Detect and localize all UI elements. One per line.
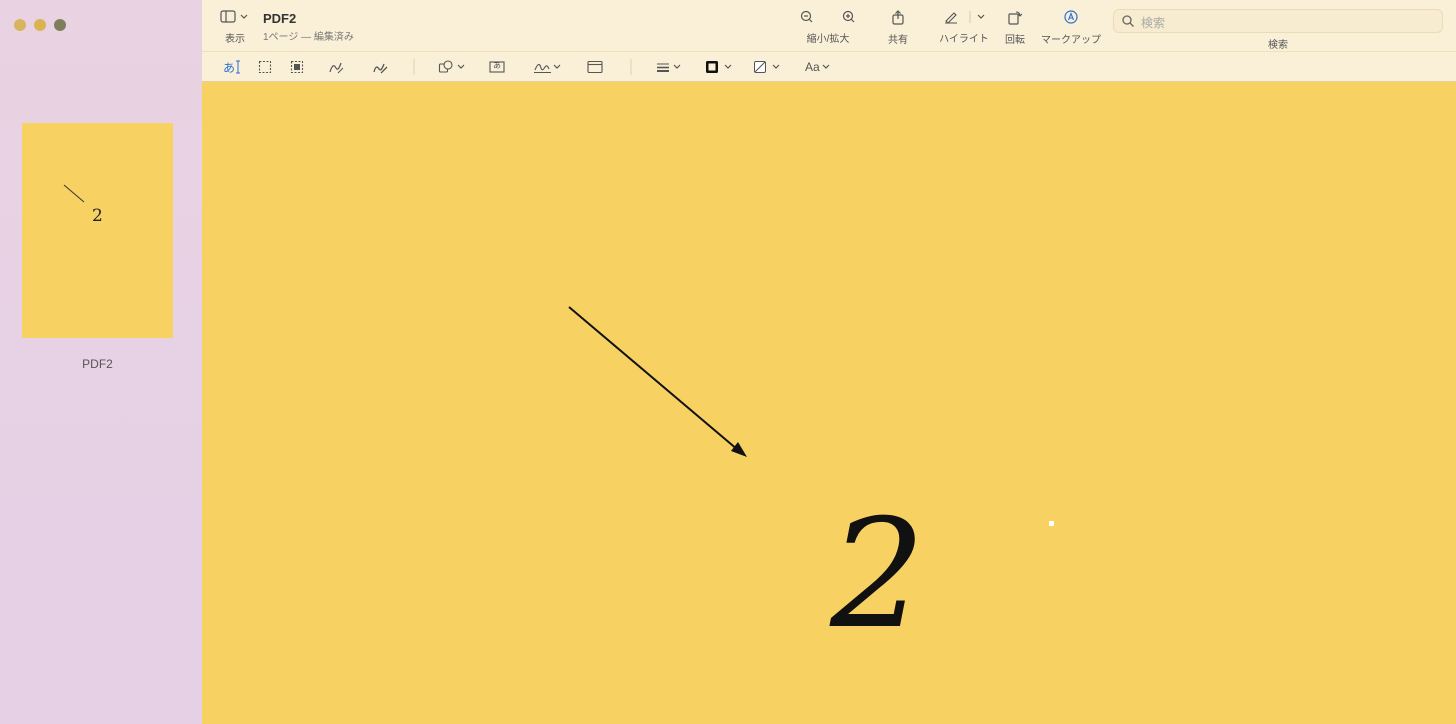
thumbnail-arrow — [63, 184, 85, 203]
page-setup-tool[interactable] — [587, 59, 603, 75]
sidebar-toggle-icon — [220, 10, 248, 23]
fill-color-icon — [754, 61, 780, 73]
tool-separator — [413, 59, 415, 75]
view-label: 表示 — [225, 34, 245, 45]
shapes-icon — [438, 60, 465, 73]
sidebar: 2 PDF2 — [0, 0, 202, 724]
highlight-button[interactable]: ハイライト — [937, 10, 991, 45]
share-label: 共有 — [888, 35, 908, 46]
text-cursor-icon — [236, 60, 241, 74]
border-color-tool[interactable] — [705, 59, 735, 75]
zoom-in-icon[interactable] — [842, 10, 855, 23]
tool-separator-2 — [630, 59, 632, 75]
rect-select-icon — [258, 60, 272, 74]
draw-tool[interactable] — [372, 59, 388, 75]
document-page[interactable]: 2 — [202, 82, 1456, 724]
close-button[interactable] — [14, 19, 26, 31]
text-style-tool[interactable]: Aa — [805, 59, 832, 75]
zoom-button[interactable] — [54, 19, 66, 31]
zoom-label: 縮小/拡大 — [806, 34, 850, 45]
window-icon — [587, 60, 603, 74]
page-number-text: 2 — [830, 488, 926, 662]
redact-tool[interactable] — [290, 59, 304, 75]
thumbnail-label: PDF2 — [82, 357, 113, 371]
fill-color-tool[interactable] — [753, 59, 783, 75]
signature-icon — [534, 63, 561, 73]
window-controls — [14, 19, 66, 31]
zoom-out-icon[interactable] — [800, 10, 813, 23]
search-placeholder: 検索 — [1141, 16, 1166, 30]
zoom-icons — [800, 10, 855, 23]
share-button[interactable]: 共有 — [885, 10, 911, 46]
font-label: Aa — [805, 60, 820, 74]
line-style-icon — [657, 63, 681, 72]
line-style-tool[interactable] — [656, 59, 684, 75]
text-box-glyph: あ — [493, 61, 501, 70]
search-label: 検索 — [1268, 40, 1288, 51]
search-icon — [1122, 15, 1134, 27]
chevron-down-icon — [822, 64, 830, 69]
markup-icon — [1064, 10, 1078, 24]
signature-tool[interactable] — [533, 59, 563, 75]
markup-label: マークアップ — [1041, 35, 1101, 46]
arrow-annotation[interactable] — [202, 82, 1456, 724]
cursor-dot — [1049, 521, 1054, 526]
text-box-tool[interactable]: あ — [489, 59, 505, 75]
page-thumbnail[interactable]: 2 — [22, 123, 173, 338]
rotate-button[interactable]: 回転 — [1004, 10, 1026, 46]
text-selection-tool[interactable]: あ — [223, 59, 241, 75]
toolbar: 表示 PDF2 1ページ — 編集済み 縮小/拡大 共有 ハイライト 回転 マー… — [202, 0, 1456, 82]
toolbar-divider — [202, 51, 1456, 52]
highlight-icon — [945, 11, 985, 24]
rotate-label: 回転 — [1005, 35, 1025, 46]
markup-button[interactable]: マークアップ — [1040, 10, 1102, 46]
shapes-tool[interactable] — [438, 59, 468, 75]
sketch-icon — [329, 62, 344, 74]
document-title: PDF2 — [263, 11, 297, 26]
redact-icon — [290, 60, 304, 74]
search-input[interactable]: 検索 — [1113, 9, 1443, 33]
zoom-control: 縮小/拡大 — [798, 10, 858, 45]
share-icon — [892, 10, 904, 25]
rotate-icon — [1008, 11, 1022, 25]
highlight-label: ハイライト — [939, 34, 989, 45]
minimize-button[interactable] — [34, 19, 46, 31]
draw-icon — [373, 63, 388, 74]
sketch-tool[interactable] — [328, 59, 344, 75]
text-selection-glyph: あ — [223, 60, 236, 75]
chevron-down-icon — [977, 14, 985, 19]
thumbnail-number: 2 — [92, 206, 103, 226]
border-color-icon — [706, 61, 732, 73]
document-subtitle: 1ページ — 編集済み — [263, 32, 354, 43]
rectangular-selection-tool[interactable] — [258, 59, 272, 75]
view-button[interactable]: 表示 — [220, 10, 250, 45]
